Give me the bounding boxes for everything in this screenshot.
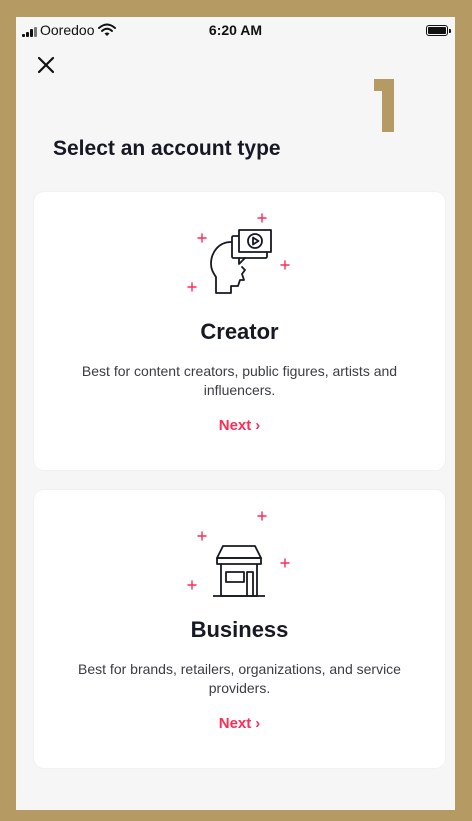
next-label: Next (218, 715, 252, 732)
photo-frame: Ooredoo 6:20 AM Select an account type C… (0, 0, 472, 821)
business-next-link[interactable]: Next › (34, 715, 445, 732)
step-number-marker (374, 79, 394, 132)
card-description: Best for content creators, public figure… (81, 363, 398, 398)
card-description: Best for brands, retailers, organization… (78, 661, 401, 696)
card-title: Business (190, 617, 289, 642)
creator-head-video-icon (187, 213, 290, 294)
close-icon[interactable] (34, 53, 58, 77)
status-bar: Ooredoo 6:20 AM (16, 17, 455, 47)
phone-screen: Ooredoo 6:20 AM Select an account type C… (16, 17, 455, 810)
next-label: Next (218, 417, 252, 434)
business-account-card[interactable]: Business Best for brands, retailers, org… (34, 490, 445, 768)
storefront-icon (187, 511, 290, 597)
creator-account-card[interactable]: Creator Best for content creators, publi… (34, 192, 445, 470)
page-title: Select an account type (53, 137, 281, 160)
chevron-right-icon: › (255, 715, 261, 732)
chevron-right-icon: › (255, 417, 261, 434)
creator-next-link[interactable]: Next › (34, 417, 445, 434)
battery-icon (426, 25, 451, 36)
status-time: 6:20 AM (208, 22, 263, 38)
card-title: Creator (200, 319, 279, 344)
